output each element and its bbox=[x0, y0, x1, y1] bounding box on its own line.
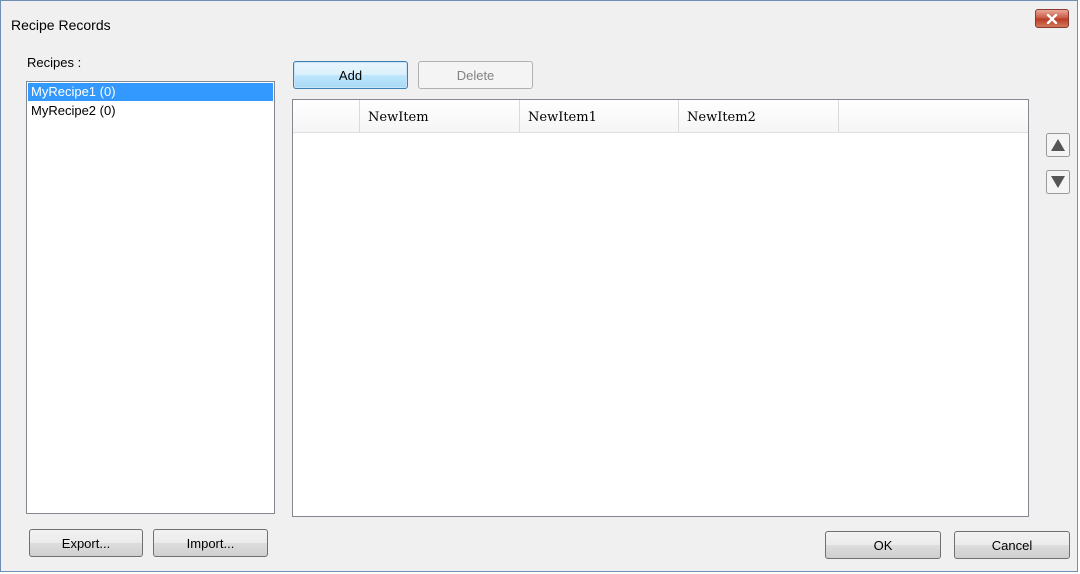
move-down-button[interactable] bbox=[1043, 169, 1073, 197]
export-button[interactable]: Export... bbox=[29, 529, 143, 557]
add-button[interactable]: Add bbox=[293, 61, 408, 89]
column-header-newitem2[interactable]: NewItem2 bbox=[679, 100, 839, 132]
recipe-records-dialog: Recipe Records Recipes : MyRecipe1 (0) M… bbox=[0, 0, 1078, 572]
triangle-down-icon bbox=[1046, 169, 1070, 197]
close-icon bbox=[1046, 13, 1058, 24]
row-header-column bbox=[293, 100, 360, 132]
window-title: Recipe Records bbox=[11, 17, 111, 33]
column-header-newitem[interactable]: NewItem bbox=[360, 100, 520, 132]
list-item[interactable]: MyRecipe2 (0) bbox=[28, 102, 273, 120]
recipes-label: Recipes : bbox=[27, 55, 82, 70]
import-button[interactable]: Import... bbox=[153, 529, 268, 557]
filler-column bbox=[839, 100, 1028, 132]
triangle-up-icon bbox=[1046, 132, 1070, 160]
ok-button[interactable]: OK bbox=[825, 531, 941, 559]
column-header-newitem1[interactable]: NewItem1 bbox=[520, 100, 679, 132]
recipes-list[interactable]: MyRecipe1 (0) MyRecipe2 (0) bbox=[26, 81, 275, 514]
recipe-items-grid[interactable]: NewItem NewItem1 NewItem2 bbox=[292, 99, 1029, 517]
delete-button[interactable]: Delete bbox=[418, 61, 533, 89]
cancel-button[interactable]: Cancel bbox=[954, 531, 1070, 559]
grid-header: NewItem NewItem1 NewItem2 bbox=[293, 100, 1028, 133]
title-bar: Recipe Records bbox=[1, 1, 1077, 45]
list-item[interactable]: MyRecipe1 (0) bbox=[28, 83, 273, 101]
close-button[interactable] bbox=[1035, 9, 1069, 28]
move-up-button[interactable] bbox=[1043, 132, 1073, 160]
